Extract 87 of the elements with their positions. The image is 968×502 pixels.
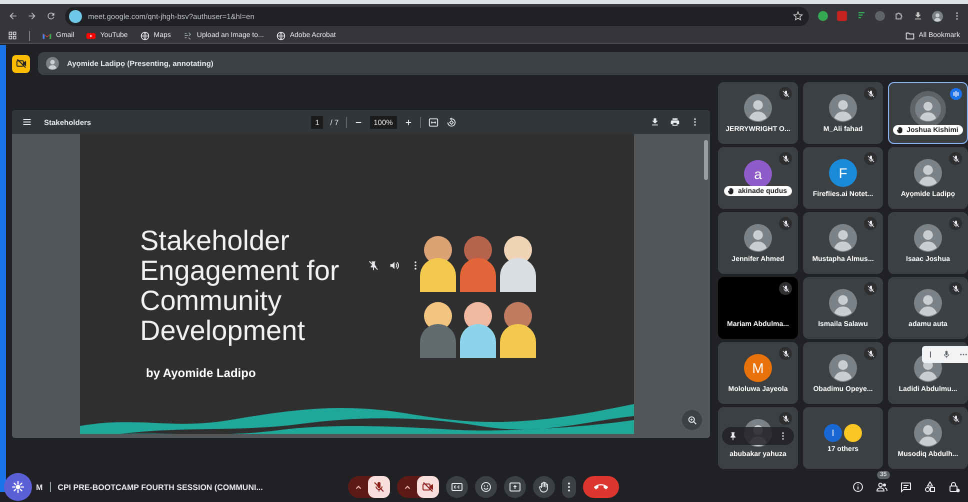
mic-off-icon	[782, 350, 790, 358]
back-icon[interactable]	[8, 11, 18, 21]
hand-icon	[726, 187, 735, 195]
people-icon[interactable]	[876, 481, 888, 493]
fit-page-icon[interactable]	[428, 116, 439, 128]
download-icon[interactable]	[913, 11, 923, 21]
volume-icon[interactable]	[389, 260, 400, 271]
mic-off-icon	[952, 154, 960, 162]
avatar-icon	[914, 418, 942, 446]
slide-title: Stakeholder Engagement for Community Development	[140, 226, 340, 346]
mic-off-icon	[866, 90, 874, 98]
upload-icon	[182, 30, 193, 40]
folder-icon	[904, 30, 915, 40]
avatar-photo	[844, 424, 862, 442]
camera-button[interactable]	[417, 476, 439, 498]
gear-icon	[11, 480, 25, 494]
avatar-letter: M	[744, 354, 772, 382]
forward-icon[interactable]	[27, 11, 37, 21]
play-icon	[86, 30, 96, 40]
mic-off-icon	[782, 220, 790, 228]
rotate-icon[interactable]	[446, 116, 457, 128]
more-options-button[interactable]	[562, 476, 576, 498]
zoom-in-icon[interactable]	[404, 118, 413, 126]
info-icon[interactable]	[852, 481, 864, 493]
avatar-letter: I	[824, 424, 842, 442]
present-icon	[509, 481, 521, 493]
shapes-icon[interactable]	[924, 481, 936, 493]
avatar-icon	[744, 94, 772, 122]
puzzle-icon[interactable]	[894, 11, 904, 21]
clock-text: M	[36, 482, 43, 492]
star-icon[interactable]	[793, 11, 803, 21]
mic-off-icon	[866, 154, 874, 162]
avatar-icon	[829, 94, 857, 122]
captions-button[interactable]	[446, 476, 468, 498]
profile-icon[interactable]	[932, 10, 943, 22]
mic-off-icon	[952, 414, 960, 422]
reactions-button[interactable]	[475, 476, 497, 498]
apps-icon[interactable]	[8, 31, 17, 40]
avatar-icon	[915, 96, 941, 122]
avatar-icon	[914, 158, 942, 186]
chat-icon[interactable]	[900, 481, 912, 493]
zoom-icon	[686, 414, 698, 426]
print-icon[interactable]	[670, 117, 680, 127]
emoji-icon	[480, 481, 492, 493]
hand-icon	[896, 126, 904, 134]
reload-icon[interactable]	[46, 11, 56, 21]
avatar-icon	[829, 288, 857, 316]
mic-off-icon	[952, 284, 960, 292]
mic-off-icon	[782, 284, 790, 292]
camera-off-icon	[422, 481, 434, 493]
globe-icon	[140, 30, 150, 40]
site-icon	[69, 10, 82, 22]
meeting-title: CPI PRE-BOOTCAMP FOURTH SESSION (COMMUNI...	[58, 482, 263, 492]
stripes-icon[interactable]	[856, 11, 866, 21]
raise-hand-button[interactable]	[533, 476, 555, 498]
hand-icon	[538, 481, 550, 493]
avatar-icon	[829, 354, 857, 382]
avatar-letter: a	[744, 160, 772, 188]
mic-off-icon	[782, 414, 790, 422]
mic-off-icon	[952, 220, 960, 228]
avatar-icon	[46, 57, 59, 70]
avatar-icon	[914, 288, 942, 316]
lock-icon[interactable]	[948, 481, 960, 493]
mic-off-icon	[866, 350, 874, 358]
mic-off-icon	[782, 90, 790, 98]
pin-off-icon[interactable]	[368, 260, 379, 271]
mic-icon[interactable]	[942, 350, 952, 359]
pin-icon[interactable]	[728, 431, 738, 441]
audio-level-icon	[950, 88, 962, 100]
avatar-icon	[829, 224, 857, 252]
activities-logo-icon[interactable]	[4, 473, 32, 501]
mic-off-icon	[866, 220, 874, 228]
mic-off-icon	[373, 481, 385, 493]
avatar-icon	[914, 224, 942, 252]
slide-author: by Ayomide Ladipo	[146, 366, 257, 380]
end-call-button[interactable]	[583, 476, 619, 498]
presenting-icon[interactable]	[12, 54, 30, 72]
globe-icon	[276, 30, 286, 40]
avatar-icon	[744, 224, 772, 252]
menu-icon[interactable]	[22, 117, 32, 127]
microphone-button[interactable]	[368, 476, 390, 498]
present-button[interactable]	[504, 476, 526, 498]
avatar-letter: F	[829, 158, 857, 186]
mic-off-icon	[866, 284, 874, 292]
mic-off-icon	[782, 154, 790, 162]
download-icon[interactable]	[650, 117, 660, 127]
captions-icon	[451, 481, 463, 493]
